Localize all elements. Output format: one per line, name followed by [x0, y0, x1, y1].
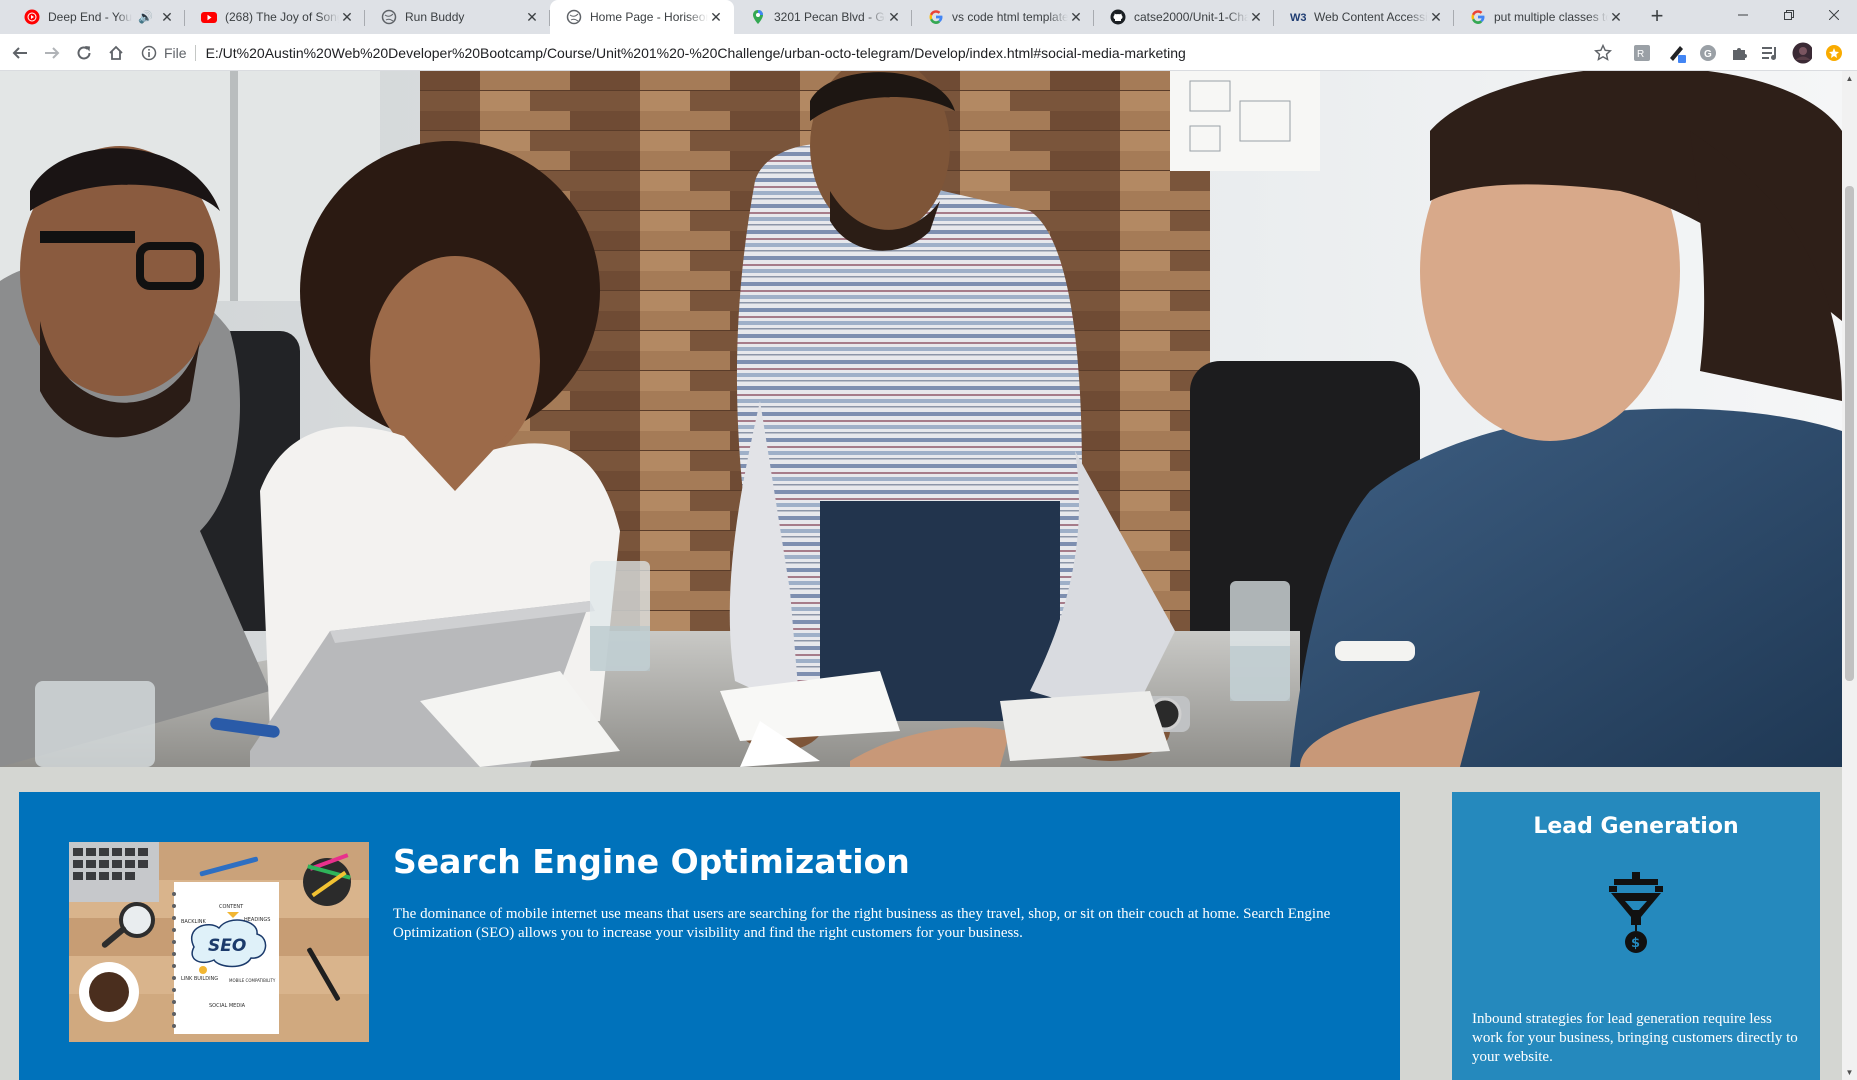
new-tab-button[interactable]: + — [1645, 5, 1669, 29]
tab-run-buddy[interactable]: Run Buddy ✕ — [365, 0, 550, 34]
close-icon[interactable]: ✕ — [524, 9, 540, 25]
close-icon[interactable]: ✕ — [159, 9, 175, 25]
tab-title: Web Content Accessibility — [1314, 10, 1428, 24]
link-building-word: LINK BUILDING — [181, 976, 218, 982]
close-icon[interactable]: ✕ — [1068, 9, 1084, 25]
info-icon[interactable] — [140, 44, 158, 62]
w3schools-icon: W3 — [1290, 9, 1306, 25]
seo-title: Search Engine Optimization — [393, 842, 910, 881]
home-button[interactable] — [102, 39, 130, 67]
maps-pin-icon — [750, 9, 766, 25]
reader-extension-icon[interactable]: R — [1632, 43, 1652, 63]
restore-button[interactable] — [1766, 0, 1812, 30]
google-icon — [1470, 9, 1486, 25]
scroll-up-icon[interactable]: ▲ — [1842, 71, 1857, 86]
tab-title: put multiple classes to — [1494, 10, 1608, 24]
seo-image: SEO CONTENT HEADINGS BACKLINK LINK BUILD… — [69, 842, 369, 1042]
page-viewport: SEO CONTENT HEADINGS BACKLINK LINK BUILD… — [0, 71, 1842, 1080]
seo-word: SEO — [208, 936, 246, 956]
github-icon — [1110, 9, 1126, 25]
close-icon[interactable]: ✕ — [1608, 9, 1624, 25]
media-icon[interactable] — [1760, 43, 1780, 63]
tab-title: catse2000/Unit-1-Challenge — [1134, 10, 1248, 24]
svg-text:W3: W3 — [1290, 12, 1306, 24]
svg-text:R: R — [1637, 49, 1644, 60]
scroll-down-icon[interactable]: ▼ — [1842, 1065, 1857, 1080]
back-button[interactable] — [6, 39, 34, 67]
grammar-extension-icon[interactable]: G — [1698, 43, 1718, 63]
youtube-icon — [201, 9, 217, 25]
tab-title: Deep End - YouTube — [48, 10, 133, 24]
forward-icon — [45, 47, 60, 59]
mobile-word: MOBILE COMPATIBILITY — [229, 978, 276, 983]
lead-generation-title: Lead Generation — [1533, 814, 1739, 839]
close-icon[interactable]: ✕ — [339, 9, 355, 25]
reload-button[interactable] — [70, 39, 98, 67]
tab-github-unit-1[interactable]: catse2000/Unit-1-Challenge ✕ — [1094, 0, 1274, 34]
tab-title: (268) The Joy of Songwriting — [225, 10, 339, 24]
social-media-word: SOCIAL MEDIA — [209, 1003, 246, 1009]
backlink-word: BACKLINK — [181, 919, 207, 925]
globe-icon — [566, 9, 582, 25]
pen-extension-icon[interactable] — [1667, 43, 1687, 63]
speaker-icon[interactable]: 🔊 — [138, 10, 153, 24]
close-icon[interactable]: ✕ — [708, 9, 724, 25]
svg-text:$: $ — [1631, 936, 1640, 951]
tab-web-content-accessibility[interactable]: W3 Web Content Accessibility ✕ — [1274, 0, 1454, 34]
tab-title: vs code html template — [952, 10, 1068, 24]
funnel-dollar-icon: $ — [1609, 872, 1663, 954]
close-icon[interactable]: ✕ — [1248, 9, 1264, 25]
hero-image — [0, 71, 1842, 767]
url-scheme-label: File — [164, 44, 187, 61]
forward-button[interactable] — [38, 39, 66, 67]
close-window-button[interactable] — [1811, 0, 1857, 30]
scrollbar-thumb[interactable] — [1845, 186, 1854, 681]
tab-joy-of-songwriting[interactable]: (268) The Joy of Songwriting ✕ — [185, 0, 365, 34]
globe-icon — [381, 9, 397, 25]
home-icon — [109, 45, 123, 60]
tab-google-maps[interactable]: 3201 Pecan Blvd - Google Maps ✕ — [734, 0, 912, 34]
svg-text:G: G — [1704, 49, 1712, 60]
headings-word: HEADINGS — [244, 917, 270, 923]
content-word: CONTENT — [219, 904, 244, 910]
seo-section: SEO CONTENT HEADINGS BACKLINK LINK BUILD… — [19, 792, 1400, 1080]
google-icon — [928, 9, 944, 25]
tab-strip: Deep End - YouTube 🔊 ✕ (268) The Joy of … — [0, 0, 1857, 34]
lead-generation-card: Lead Generation $ Inbound strategies for… — [1452, 792, 1820, 1080]
back-icon — [12, 47, 27, 59]
address-bar[interactable]: File E:/Ut%20Austin%20Web%20Developer%20… — [140, 38, 1610, 67]
extensions-icon[interactable] — [1729, 43, 1749, 63]
page-scrollbar[interactable]: ▲ ▼ — [1842, 71, 1857, 1080]
tab-home-page-horiseon[interactable]: Home Page - Horiseon ✕ — [550, 0, 734, 34]
lead-generation-description: Inbound strategies for lead generation r… — [1472, 1011, 1798, 1065]
divider — [194, 44, 196, 61]
update-badge-icon[interactable] — [1824, 43, 1844, 63]
seo-description: The dominance of mobile internet use mea… — [393, 906, 1331, 941]
profile-avatar[interactable] — [1792, 42, 1812, 64]
close-icon[interactable]: ✕ — [886, 9, 902, 25]
star-icon[interactable] — [1593, 43, 1613, 63]
tab-deep-end[interactable]: Deep End - YouTube 🔊 ✕ — [8, 0, 185, 34]
browser-toolbar: File E:/Ut%20Austin%20Web%20Developer%20… — [0, 34, 1857, 71]
youtube-music-icon — [24, 9, 40, 25]
tab-title: 3201 Pecan Blvd - Google Maps — [774, 10, 886, 24]
reload-icon — [77, 46, 91, 60]
url-text[interactable]: E:/Ut%20Austin%20Web%20Developer%20Bootc… — [206, 45, 1186, 61]
tab-title: Home Page - Horiseon — [590, 10, 708, 24]
tab-put-multiple-classes[interactable]: put multiple classes to ✕ — [1454, 0, 1634, 34]
tab-vs-code-html-template[interactable]: vs code html template ✕ — [912, 0, 1094, 34]
tab-title: Run Buddy — [405, 10, 465, 24]
close-icon[interactable]: ✕ — [1428, 9, 1444, 25]
minimize-button[interactable] — [1720, 0, 1766, 30]
